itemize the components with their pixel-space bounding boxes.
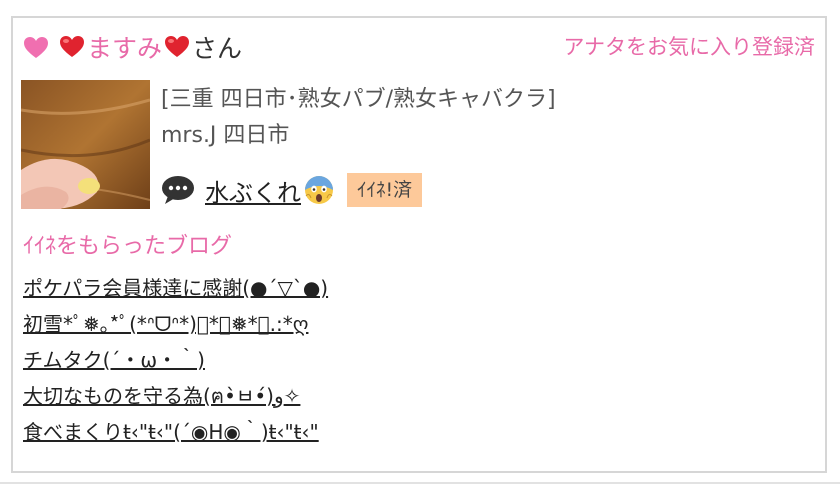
honorific: さん: [192, 34, 243, 63]
profile-photo[interactable]: [21, 80, 150, 209]
list-item: チムタク(´・ω・｀): [23, 342, 328, 378]
screaming-face-icon: [305, 176, 333, 204]
liked-blog-list: ポケパラ会員様達に感謝(●´▽`●) 初雪*ﾟ❅｡*ﾟ(*ᐢᗜᐢ*)ﾟ*｡❅*｡…: [23, 270, 328, 450]
liked-blogs-heading: ｲｲﾈをもらったブログ: [23, 234, 233, 259]
shop-area[interactable]: mrs.J 四日市: [161, 122, 289, 150]
list-item: 初雪*ﾟ❅｡*ﾟ(*ᐢᗜᐢ*)ﾟ*｡❅*｡.:*ღ: [23, 306, 328, 342]
liked-blog-link[interactable]: 大切なものを守る為(ฅ•̀ㅂ•́)و✧: [23, 384, 300, 408]
cast-name-link[interactable]: ますみ さん: [59, 30, 242, 64]
shop-category: [三重 四日市･熟女パブ/熟女キャバクラ]: [161, 87, 556, 112]
liked-blog-link[interactable]: ポケパラ会員様達に感謝(●´▽`●): [23, 276, 328, 300]
iine-done-badge[interactable]: ｲｲﾈ!済: [347, 173, 423, 207]
list-item: 大切なものを守る為(ฅ•̀ㅂ•́)و✧: [23, 378, 328, 414]
latest-blog-row: 水ぶくれ ｲｲﾈ!済: [161, 170, 423, 210]
speech-bubble-icon: [162, 176, 194, 204]
divider: [0, 482, 840, 484]
favorite-status[interactable]: アナタをお気に入り登録済: [563, 30, 815, 64]
cast-card: ますみ さん アナタをお気に入り登録済 [三重 四日市･熟女パブ/熟女キャバクラ…: [11, 16, 827, 473]
liked-blog-link[interactable]: 食べまくりŧ‹"ŧ‹"(´◉H◉｀)ŧ‹"ŧ‹": [23, 420, 319, 444]
pink-heart-icon: [24, 37, 48, 58]
liked-blog-link[interactable]: 初雪*ﾟ❅｡*ﾟ(*ᐢᗜᐢ*)ﾟ*｡❅*｡.:*ღ: [23, 312, 308, 336]
red-heart-icon: [60, 36, 84, 57]
card-header: ますみ さん アナタをお気に入り登録済: [23, 30, 815, 64]
latest-blog-link[interactable]: 水ぶくれ: [205, 173, 335, 208]
cast-name: ますみ: [87, 34, 163, 63]
list-item: ポケパラ会員様達に感謝(●´▽`●): [23, 270, 328, 306]
latest-blog-title: 水ぶくれ: [205, 178, 301, 207]
list-item: 食べまくりŧ‹"ŧ‹"(´◉H◉｀)ŧ‹"ŧ‹": [23, 414, 328, 450]
red-heart-icon: [165, 36, 190, 57]
liked-blog-link[interactable]: チムタク(´・ω・｀): [23, 348, 205, 372]
